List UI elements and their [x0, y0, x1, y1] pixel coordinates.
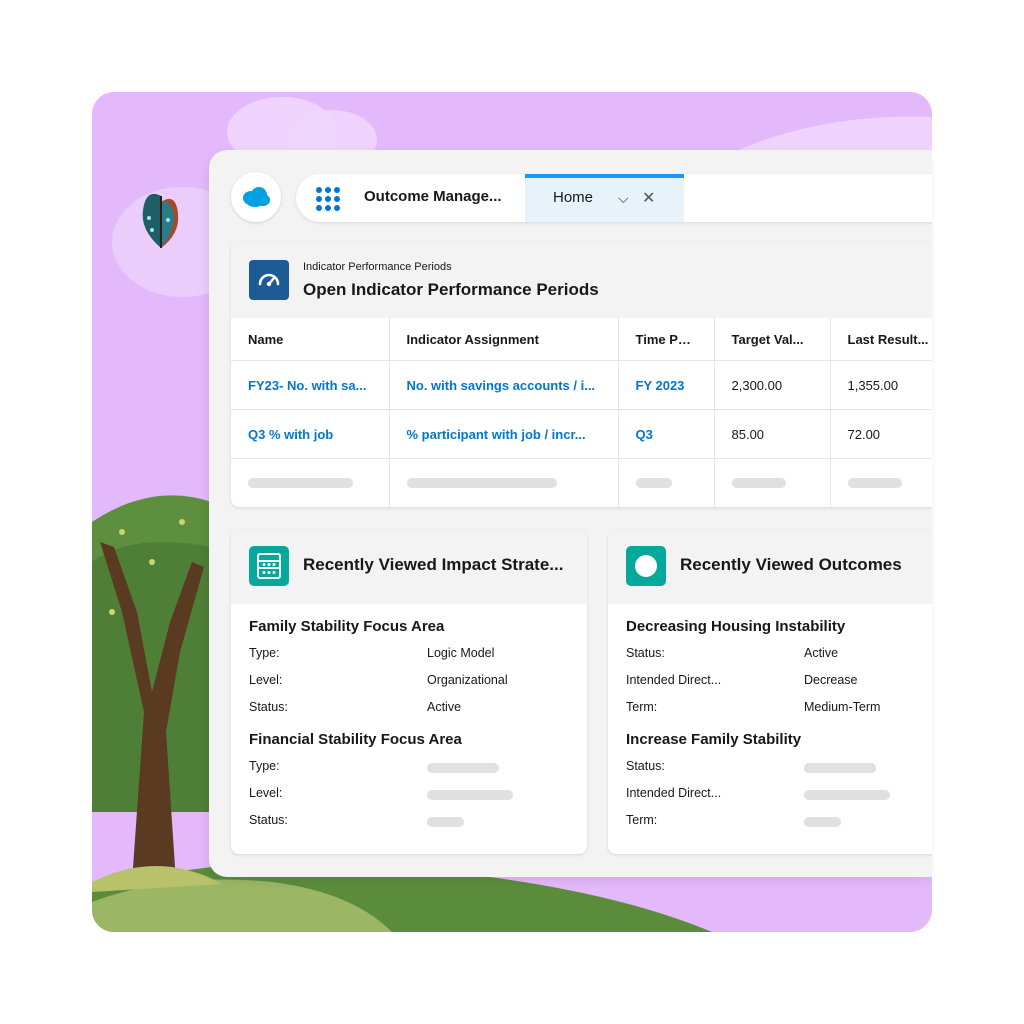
salesforce-cloud-icon [243, 187, 270, 207]
column-header-name[interactable]: Name [231, 318, 390, 361]
last-result-cell: 1,355.00 [830, 360, 932, 410]
field-label: Level: [249, 786, 283, 800]
field-label: Status: [249, 813, 288, 827]
table-row-placeholder [231, 458, 932, 507]
field-value: Logic Model [427, 646, 495, 660]
skeleton-cell [389, 458, 619, 507]
column-header-time-period[interactable]: Time Per... [618, 318, 715, 361]
column-header-indicator-assignment[interactable]: Indicator Assignment [389, 318, 619, 361]
table-row: FY23- No. with sa... No. with savings ac… [231, 360, 932, 410]
app-launcher-grid-icon[interactable] [316, 187, 340, 211]
field-row: Status: Active [626, 638, 932, 665]
record-title-link[interactable]: Decreasing Housing Instability [626, 618, 932, 638]
field-row: Term: [626, 805, 932, 832]
field-label: Status: [626, 646, 665, 660]
skeleton-value [427, 817, 464, 827]
salesforce-logo[interactable] [231, 172, 281, 222]
skeleton-cell [714, 458, 831, 507]
card-title[interactable]: Recently Viewed Impact Strate... [303, 555, 563, 575]
card-body: Decreasing Housing Instability Status: A… [626, 604, 932, 832]
card-header: Recently Viewed Outcomes [608, 530, 932, 604]
time-period-link[interactable]: Q3 [618, 409, 715, 459]
field-label: Level: [249, 673, 283, 687]
field-value: Medium-Term [804, 700, 881, 714]
field-value: Active [427, 700, 462, 714]
skeleton-cell [618, 458, 715, 507]
tab-home-label: Home [553, 189, 594, 206]
table-row: Q3 % with job % participant with job / i… [231, 409, 932, 459]
field-row: Type: Logic Model [249, 638, 577, 665]
field-row: Status: Active [249, 692, 577, 719]
object-label: Indicator Performance Periods [303, 261, 452, 273]
recently-viewed-outcomes-card: Recently Viewed Outcomes Decreasing Hous… [608, 530, 932, 854]
outcome-circle-icon [626, 546, 666, 586]
record-title-link[interactable]: Family Stability Focus Area [249, 618, 577, 638]
field-label: Term: [626, 700, 658, 714]
record-title-link[interactable]: Increase Family Stability [626, 731, 932, 751]
field-row: Status: [249, 805, 577, 832]
field-row: Intended Direct... Decrease [626, 665, 932, 692]
skeleton-value [427, 790, 513, 800]
tab-home[interactable]: Home ⌵ ✕ [525, 174, 684, 222]
record-name-link[interactable]: Q3 % with job [231, 409, 390, 459]
card-body: Family Stability Focus Area Type: Logic … [249, 604, 577, 832]
skeleton-value [804, 817, 841, 827]
field-row: Term: Medium-Term [626, 692, 932, 719]
field-row: Type: [249, 751, 577, 778]
field-row: Level: Organizational [249, 665, 577, 692]
app-name: Outcome Manage... [364, 188, 502, 205]
indicator-assignment-link[interactable]: No. with savings accounts / i... [389, 360, 619, 410]
field-value: Organizational [427, 673, 508, 687]
skeleton-value [427, 763, 499, 773]
field-row: Status: [626, 751, 932, 778]
butterfly-illustration [142, 193, 179, 248]
field-label: Status: [249, 700, 288, 714]
card-title[interactable]: Recently Viewed Outcomes [680, 555, 902, 575]
field-label: Type: [249, 759, 280, 773]
field-label: Type: [249, 646, 280, 660]
record-name-link[interactable]: FY23- No. with sa... [231, 360, 390, 410]
field-label: Status: [626, 759, 665, 773]
recently-viewed-impact-strategies-card: Recently Viewed Impact Strate... Family … [231, 530, 587, 854]
card-header: Indicator Performance Periods Open Indic… [231, 242, 932, 318]
record-title-link[interactable]: Financial Stability Focus Area [249, 731, 577, 751]
skeleton-value [804, 763, 876, 773]
field-label: Term: [626, 813, 658, 827]
skeleton-value [804, 790, 890, 800]
column-header-target-value[interactable]: Target Val... [714, 318, 831, 361]
field-row: Intended Direct... [626, 778, 932, 805]
field-label: Intended Direct... [626, 673, 722, 687]
field-label: Intended Direct... [626, 786, 722, 800]
speedometer-icon [249, 260, 289, 300]
field-value: Active [804, 646, 839, 660]
field-row: Level: [249, 778, 577, 805]
last-result-cell: 72.00 [830, 409, 932, 459]
card-title[interactable]: Open Indicator Performance Periods [303, 280, 599, 300]
target-value-cell: 85.00 [714, 409, 831, 459]
impact-strategy-icon [249, 546, 289, 586]
chevron-down-icon[interactable]: ⌵ [618, 190, 629, 207]
field-value: Decrease [804, 673, 858, 687]
salesforce-app-window: Outcome Manage... Home ⌵ ✕ Indicator Per… [209, 150, 932, 877]
card-header: Recently Viewed Impact Strate... [231, 530, 587, 604]
column-header-last-result[interactable]: Last Result... [830, 318, 932, 361]
table-header-row: Name Indicator Assignment Time Per... Ta… [231, 318, 932, 361]
indicator-performance-periods-card: Indicator Performance Periods Open Indic… [231, 242, 932, 507]
indicator-assignment-link[interactable]: % participant with job / incr... [389, 409, 619, 459]
time-period-link[interactable]: FY 2023 [618, 360, 715, 410]
target-value-cell: 2,300.00 [714, 360, 831, 410]
skeleton-cell [830, 458, 932, 507]
close-icon[interactable]: ✕ [642, 188, 655, 208]
skeleton-cell [231, 458, 390, 507]
global-navigation-bar: Outcome Manage... Home ⌵ ✕ [296, 174, 932, 222]
periods-table: Name Indicator Assignment Time Per... Ta… [231, 318, 932, 507]
